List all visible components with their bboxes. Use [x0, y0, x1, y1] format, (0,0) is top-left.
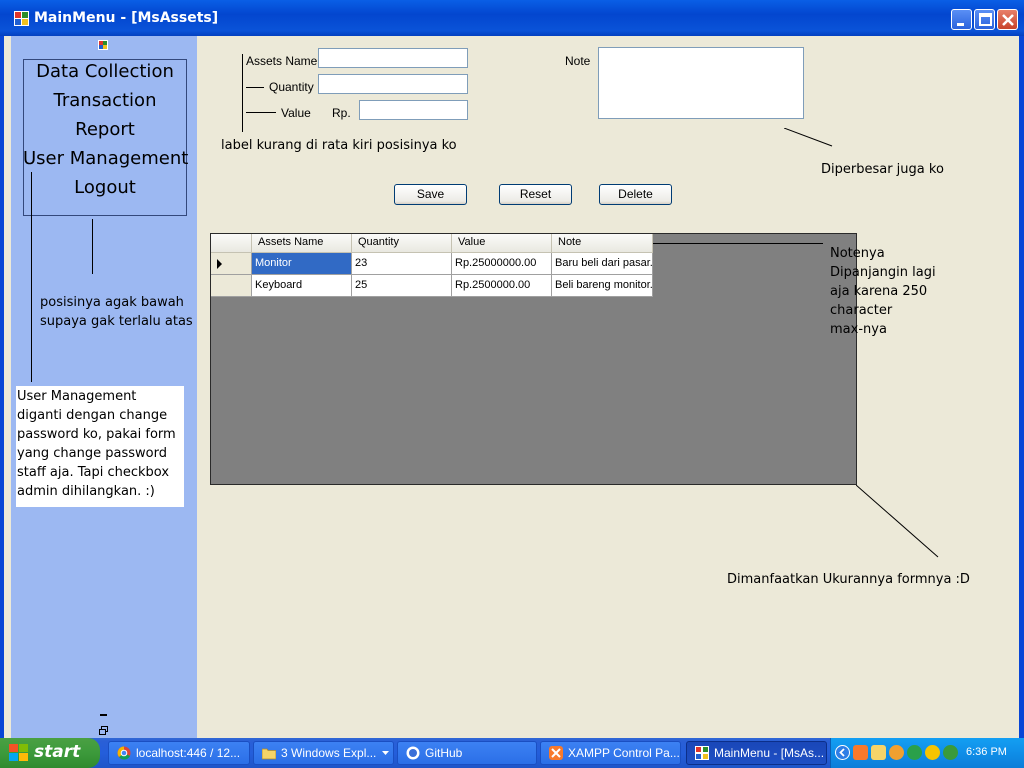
value-prefix-label: Rp.: [332, 106, 351, 120]
delete-button[interactable]: Delete: [599, 184, 672, 205]
annotation-note-bigger: Diperbesar juga ko: [821, 162, 944, 177]
annotation-note-longer-5: max-nya: [830, 322, 887, 337]
menu-item-report[interactable]: Report: [23, 119, 187, 141]
table-cell[interactable]: Rp.25000000.00: [452, 253, 552, 275]
table-cell[interactable]: 23: [352, 253, 452, 275]
maximize-icon: [979, 13, 992, 26]
taskbar-item-github[interactable]: GitHub: [397, 741, 537, 765]
maximize-button[interactable]: [974, 9, 995, 30]
column-header-assets-name[interactable]: Assets Name: [252, 234, 352, 253]
annotation-line: [31, 172, 32, 382]
table-cell[interactable]: Monitor: [252, 253, 352, 275]
taskbar-item-label: XAMPP Control Pa...: [568, 746, 680, 760]
close-button[interactable]: [997, 9, 1018, 30]
annotation-line: [246, 87, 264, 88]
column-header-quantity[interactable]: Quantity: [352, 234, 452, 253]
current-row-arrow-icon: [217, 259, 222, 269]
menu-item-transaction[interactable]: Transaction: [23, 90, 187, 112]
note-textarea[interactable]: [598, 47, 804, 119]
annotation-note-longer-2: Dipanjangin lagi: [830, 265, 936, 280]
annotation-um-line5: staff aja. Tapi checkbox: [17, 465, 170, 480]
xampp-tray-icon[interactable]: [853, 745, 868, 760]
table-cell[interactable]: Beli bareng monitor.: [552, 275, 653, 297]
windows-logo-icon: [9, 744, 28, 761]
chat-tray-icon[interactable]: [907, 745, 922, 760]
globe-tray-icon[interactable]: [943, 745, 958, 760]
quantity-label: Quantity: [269, 80, 314, 94]
annotation-line: [856, 485, 939, 558]
title-bar[interactable]: MainMenu - [MsAssets]: [0, 0, 1024, 36]
annotation-note-longer-4: character: [830, 303, 893, 318]
row-header-current[interactable]: [211, 253, 252, 275]
window-title: MainMenu - [MsAssets]: [34, 10, 219, 26]
github-icon: [406, 746, 420, 760]
value-input[interactable]: [359, 100, 468, 120]
row-header[interactable]: [211, 275, 252, 297]
annotation-line: [242, 54, 243, 132]
chevron-down-icon: [382, 751, 389, 755]
annotation-line: [246, 112, 276, 113]
app-window-icon: [14, 11, 29, 26]
taskbar-item-explorer[interactable]: 3 Windows Expl...: [253, 741, 394, 765]
taskbar-item-chrome[interactable]: localhost:446 / 12...: [108, 741, 250, 765]
annotation-line: [653, 243, 823, 244]
smiley-tray-icon[interactable]: [925, 745, 940, 760]
taskbar-item-label: localhost:446 / 12...: [136, 746, 241, 760]
table-cell[interactable]: 25: [352, 275, 452, 297]
grid-corner-header: [211, 234, 252, 253]
taskbar-item-mainmenu[interactable]: MainMenu - [MsAs...: [686, 741, 827, 765]
annotation-um-line3: password ko, pakai form: [17, 427, 176, 442]
taskbar-item-label: MainMenu - [MsAs...: [714, 746, 825, 760]
window-frame-left: [0, 36, 4, 738]
value-label: Value: [281, 106, 311, 120]
mdi-minimize-icon[interactable]: [100, 714, 107, 716]
assets-name-input[interactable]: [318, 48, 468, 68]
annotation-position-line1: posisinya agak bawah: [40, 295, 184, 310]
annotation-um-line2: diganti dengan change: [17, 408, 168, 423]
folder-icon: [262, 748, 276, 760]
table-cell[interactable]: Rp.2500000.00: [452, 275, 552, 297]
annotation-note-longer-3: aja karena 250: [830, 284, 928, 299]
annotation-position-line2: supaya gak terlalu atas: [40, 314, 193, 329]
tray-expand-icon[interactable]: [835, 745, 850, 760]
taskbar-item-xampp[interactable]: XAMPP Control Pa...: [540, 741, 681, 765]
reset-button[interactable]: Reset: [499, 184, 572, 205]
annotation-label-left: label kurang di rata kiri posisinya ko: [221, 138, 457, 153]
taskbar-item-label: GitHub: [425, 746, 463, 760]
table-cell[interactable]: Baru beli dari pasar.: [552, 253, 653, 275]
taskbar-clock: 6:36 PM: [966, 746, 1007, 758]
mdi-restore-icon[interactable]: [99, 726, 108, 735]
minimize-icon: [957, 23, 964, 26]
window-frame-right: [1019, 36, 1024, 738]
note-label: Note: [565, 54, 591, 68]
close-icon: [1002, 14, 1014, 26]
menu-item-logout[interactable]: Logout: [23, 177, 187, 199]
messenger-tray-icon[interactable]: [889, 745, 904, 760]
annotation-note-longer-1: Notenya: [830, 246, 885, 261]
column-header-value[interactable]: Value: [452, 234, 552, 253]
quantity-input[interactable]: [318, 74, 468, 94]
column-header-note[interactable]: Note: [552, 234, 653, 253]
save-button[interactable]: Save: [394, 184, 467, 205]
annotation-um-line6: admin dihilangkan. :): [17, 484, 155, 499]
menu-item-user-management[interactable]: User Management: [23, 148, 188, 170]
menu-item-data-collection[interactable]: Data Collection: [23, 61, 187, 83]
taskbar-item-label: 3 Windows Expl...: [281, 746, 377, 760]
assets-name-label: Assets Name: [246, 54, 318, 68]
annotation-um-line4: yang change password: [17, 446, 167, 461]
xampp-icon: [549, 746, 563, 760]
annotation-line: [784, 128, 833, 147]
chrome-icon: [117, 746, 131, 760]
app-window-icon: [695, 746, 709, 760]
annotation-line: [92, 219, 93, 274]
network-tray-icon[interactable]: [871, 745, 886, 760]
table-cell[interactable]: Keyboard: [252, 275, 352, 297]
annotation-um-line1: User Management: [17, 389, 137, 404]
start-label: start: [34, 742, 81, 762]
annotation-form-size: Dimanfaatkan Ukurannya formnya :D: [727, 572, 970, 587]
minimize-button[interactable]: [951, 9, 972, 30]
mdi-child-icon: [98, 40, 108, 50]
